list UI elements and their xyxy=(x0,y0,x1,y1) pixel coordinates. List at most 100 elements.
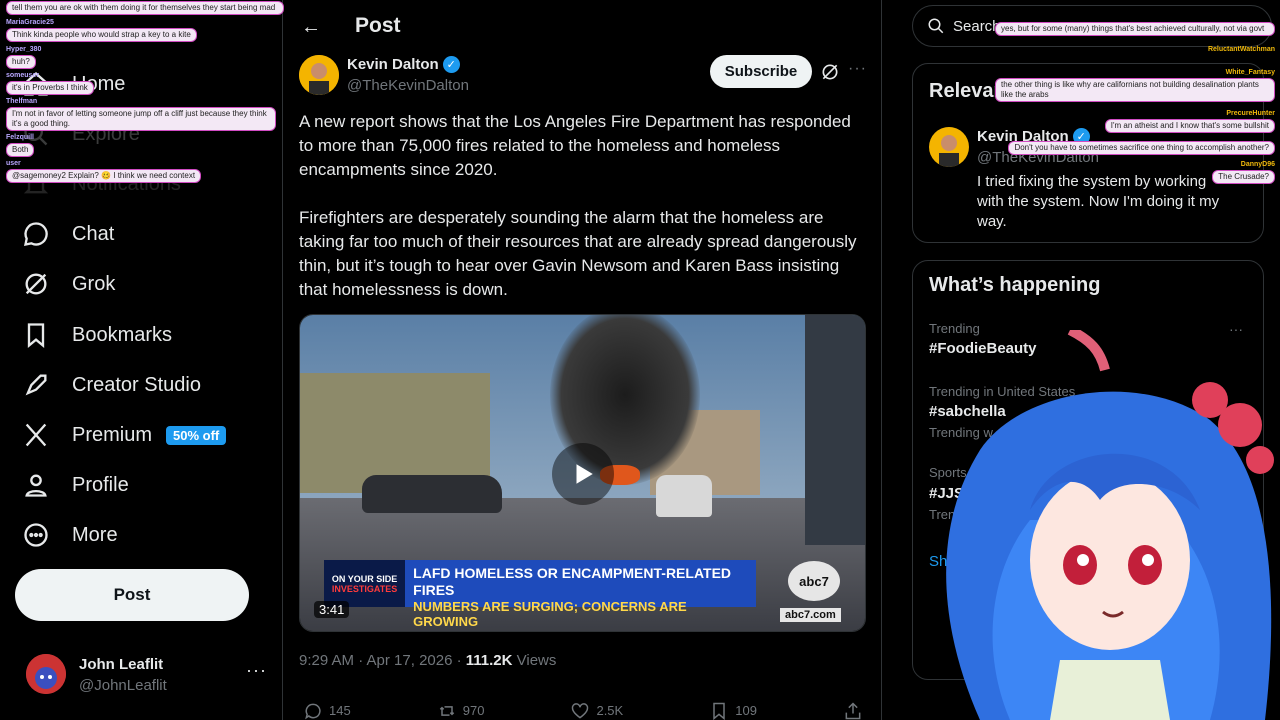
chat-message: it's in Proverbs I think xyxy=(6,81,94,95)
chat-message: @sagemoney2 Explain? 🥴 I think we need c… xyxy=(6,169,202,183)
repost-icon xyxy=(439,705,454,716)
grok-icon xyxy=(25,273,47,295)
chat-overlay-left: tell them you are ok with them doing it … xyxy=(6,1,284,183)
chat-message: tell them you are ok with them doing it … xyxy=(6,1,284,15)
chat-username: DannyD96 xyxy=(1240,161,1275,168)
news-brand: ON YOUR SIDE INVESTIGATES xyxy=(324,560,406,607)
nav-label-profile: Profile xyxy=(72,473,129,496)
chat-username: Thelfman xyxy=(6,98,38,105)
rocket-icon xyxy=(25,374,47,396)
news-subheadline: NUMBERS ARE SURGING; CONCERNS ARE GROWIN… xyxy=(413,599,687,629)
premium-discount-badge: 50% off xyxy=(166,425,227,445)
heart-icon xyxy=(572,702,589,719)
app-root: Home Explore Notifications Chat Grok Boo… xyxy=(0,0,1280,720)
nav-item-grok[interactable]: Grok xyxy=(22,264,115,304)
repost-count: 970 xyxy=(462,703,485,718)
avatar[interactable] xyxy=(929,127,969,167)
author-name-text: Kevin Dalton xyxy=(347,56,439,73)
nav-item-profile[interactable]: Profile xyxy=(22,465,129,505)
post-text-paragraph-1: A new report shows that the Los Angeles … xyxy=(299,112,851,179)
share-icon xyxy=(845,701,861,719)
abc7-logo: abc7 xyxy=(788,561,840,601)
news-headline-block: LAFD HOMELESS OR ENCAMPMENT-RELATED FIRE… xyxy=(405,560,756,629)
like-button[interactable]: 2.5K xyxy=(570,701,623,720)
nav-label-chat: Chat xyxy=(72,222,115,245)
x-logo-icon xyxy=(25,423,47,447)
chat-username: Hyper_380 xyxy=(6,46,42,53)
account-handle: @JohnLeaflit xyxy=(79,677,167,694)
more-dots-icon[interactable]: ··· xyxy=(848,60,867,78)
abc7-url: abc7.com xyxy=(780,608,841,622)
chat-message: I'm an atheist and I know that's some bu… xyxy=(1104,119,1275,133)
video-frame xyxy=(362,475,502,513)
chat-message: huh? xyxy=(6,55,36,69)
news-brand-line: INVESTIGATES xyxy=(331,583,398,594)
author-avatar[interactable] xyxy=(299,55,339,95)
back-arrow-icon[interactable]: ← xyxy=(301,16,321,39)
bookmark-button[interactable]: 109 xyxy=(709,701,757,720)
repost-button[interactable]: 970 xyxy=(437,701,485,720)
bookmark-icon xyxy=(713,702,725,720)
chat-icon xyxy=(24,222,48,246)
video-duration: 3:41 xyxy=(314,601,350,618)
video-player[interactable]: ON YOUR SIDE INVESTIGATES LAFD HOMELESS O… xyxy=(299,314,866,632)
news-headline: LAFD HOMELESS OR ENCAMPMENT-RELATED FIRE… xyxy=(413,565,732,598)
subscribe-button[interactable]: Subscribe xyxy=(710,55,812,88)
avatar xyxy=(26,654,66,694)
chat-message: yes, but for some (many) things that's b… xyxy=(995,22,1275,36)
search-icon xyxy=(928,18,944,34)
share-button[interactable] xyxy=(843,701,863,720)
post-actions: 145 970 2.5K 109 xyxy=(303,701,863,720)
grok-icon[interactable] xyxy=(820,62,840,82)
nav-item-creator-studio[interactable]: Creator Studio xyxy=(22,365,201,405)
reply-icon xyxy=(305,703,321,719)
chat-username: Felzquill xyxy=(6,134,34,141)
views-label: Views xyxy=(512,652,557,669)
video-frame xyxy=(805,315,865,545)
chat-message: Think kinda people who would strap a key… xyxy=(6,28,197,42)
nav-item-premium[interactable]: Premium 50% off xyxy=(22,415,227,455)
post-meta: 9:29 AM · Apr 17, 2026 · 111.2K Views xyxy=(299,652,556,669)
compose-post-button[interactable]: Post xyxy=(15,569,249,621)
bookmark-icon xyxy=(27,323,45,348)
chat-username: PrecureHunter xyxy=(1226,110,1275,117)
chat-message: I'm not in favor of letting someone jump… xyxy=(6,107,276,131)
chat-overlay-right: yes, but for some (many) things that's b… xyxy=(995,22,1275,184)
reply-count: 145 xyxy=(329,703,351,718)
like-count: 2.5K xyxy=(596,703,624,718)
nav-item-more[interactable]: More xyxy=(22,515,118,555)
author-name[interactable]: Kevin Dalton ✓ xyxy=(347,56,460,73)
bookmark-count: 109 xyxy=(735,703,757,718)
verified-badge-icon: ✓ xyxy=(442,56,460,73)
nav-item-bookmarks[interactable]: Bookmarks xyxy=(22,315,172,355)
chat-message: Both xyxy=(6,143,35,157)
account-switcher[interactable]: John Leaflit @JohnLeaflit ··· xyxy=(26,652,271,702)
more-circle-icon xyxy=(24,523,48,547)
chat-username: MariaGracie25 xyxy=(6,19,54,26)
post-text-paragraph-2: Firefighters are desperately sounding th… xyxy=(299,208,857,299)
chat-username: White_Fantasy xyxy=(1225,69,1275,76)
nav-label-grok: Grok xyxy=(72,272,116,295)
account-name: John Leaflit xyxy=(79,656,164,673)
chat-message: Don't you have to sometimes sacrifice on… xyxy=(1008,141,1275,155)
chat-message: the other thing is like why are californ… xyxy=(995,78,1275,102)
view-count: 111.2K xyxy=(465,652,513,669)
more-dots-icon[interactable]: ··· xyxy=(246,660,267,681)
nav-label-bookmarks: Bookmarks xyxy=(72,323,173,346)
post-detail-column: ← Post Kevin Dalton ✓ @TheKevinDalton Sub… xyxy=(283,0,882,720)
chat-username: user xyxy=(6,160,21,167)
news-lower-third: ON YOUR SIDE INVESTIGATES LAFD HOMELESS O… xyxy=(324,560,756,629)
vtuber-avatar xyxy=(920,325,1280,720)
chat-username: someuser xyxy=(6,72,40,79)
panel-title: What’s happening xyxy=(929,274,1101,296)
post-timestamp[interactable]: 9:29 AM · Apr 17, 2026 · xyxy=(299,652,466,669)
play-button[interactable] xyxy=(552,443,614,505)
nav-label-more: More xyxy=(72,523,118,546)
nav-label-creator-studio: Creator Studio xyxy=(72,373,201,396)
chat-message: The Crusade? xyxy=(1212,170,1275,184)
reply-button[interactable]: 145 xyxy=(303,701,351,720)
author-handle[interactable]: @TheKevinDalton xyxy=(347,77,469,94)
play-icon xyxy=(576,464,593,484)
nav-item-chat[interactable]: Chat xyxy=(22,214,114,254)
chat-username: ReluctantWatchman xyxy=(1207,46,1275,53)
